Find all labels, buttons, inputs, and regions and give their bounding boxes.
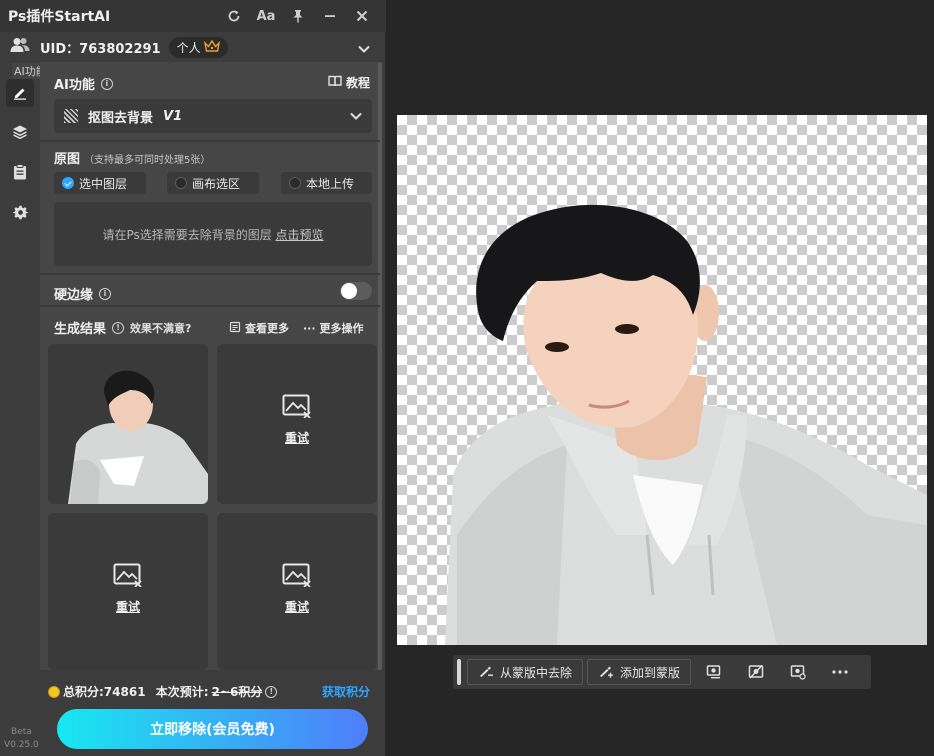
font-size-icon[interactable]: Aa [250, 4, 282, 28]
version-info: Beta V0.25.0 [4, 726, 39, 752]
chevron-down-icon[interactable] [358, 38, 370, 57]
history-icon [229, 321, 241, 336]
total-points: 总积分:74861 [63, 685, 146, 699]
more-options-icon[interactable] [821, 659, 859, 685]
plan-badge: 个人 [168, 36, 228, 58]
book-icon [328, 75, 342, 90]
estimate-value: 2~6积分 [211, 685, 263, 699]
result-card-image[interactable] [48, 344, 208, 504]
result-card-retry[interactable]: 重试 [217, 344, 377, 504]
gear-icon[interactable] [6, 198, 34, 226]
function-select[interactable]: 抠图去背景 V1 [54, 99, 372, 133]
function-selected: 抠图去背景 [88, 110, 154, 126]
context-toolbar: 从蒙版中去除 添加到蒙版 [453, 655, 871, 689]
option-local-upload[interactable]: 本地上传 [281, 172, 372, 194]
app-title: Ps插件StartAI [8, 9, 111, 25]
result-card-retry[interactable]: 重试 [217, 513, 377, 670]
brush-minus-icon [478, 664, 494, 681]
option-label: 选中图层 [79, 176, 128, 191]
get-points-link[interactable]: 获取积分 [322, 683, 370, 700]
add-to-mask-label: 添加到蒙版 [620, 665, 681, 680]
info-icon[interactable]: i [100, 77, 113, 90]
show-mask-icon[interactable] [695, 659, 733, 685]
unsatisfied-link[interactable]: 效果不满意? [130, 320, 191, 336]
tutorial-label: 教程 [346, 76, 371, 90]
option-selected-layer[interactable]: 选中图层 [54, 172, 146, 194]
cutout-icon [64, 109, 78, 123]
minimize-icon[interactable] [314, 4, 346, 28]
radio-checked-icon [62, 177, 74, 189]
hard-edge-row: 硬边缘 i [54, 284, 112, 303]
title-bar: Ps插件StartAI Aa [0, 0, 386, 32]
view-more-label: 查看更多 [245, 322, 289, 335]
function-version: V1 [163, 108, 183, 124]
ai-function-title: AI功能 [54, 78, 95, 93]
users-icon [10, 37, 30, 57]
add-to-mask-button[interactable]: 添加到蒙版 [587, 659, 692, 685]
toggle-knob [341, 283, 357, 299]
crown-icon [203, 39, 220, 55]
divider [40, 305, 380, 307]
points-info: 总积分:74861 本次预计: 2~6积分 ! [48, 683, 278, 700]
beta-label: Beta [11, 727, 32, 737]
remove-now-button[interactable]: 立即移除(会员免费) [57, 709, 368, 749]
hard-edge-toggle[interactable] [340, 282, 372, 300]
source-dropzone[interactable]: 请在Ps选择需要去除背景的图层 点击预览 [54, 202, 372, 266]
close-icon[interactable] [346, 4, 378, 28]
plan-label: 个人 [176, 40, 201, 55]
remove-from-mask-button[interactable]: 从蒙版中去除 [467, 659, 584, 685]
cutout-image [445, 204, 927, 645]
info-icon[interactable]: ! [112, 321, 125, 334]
panel-scrollbar[interactable] [378, 62, 382, 670]
result-card-retry[interactable]: 重试 [48, 513, 208, 670]
refresh-icon[interactable] [218, 4, 250, 28]
hard-edge-label: 硬边缘 [54, 288, 94, 303]
option-label: 本地上传 [306, 176, 355, 191]
info-icon[interactable]: ! [265, 685, 278, 698]
user-bar[interactable]: UID：763802291 个人 [0, 32, 386, 62]
remove-from-mask-label: 从蒙版中去除 [500, 665, 573, 680]
layers-icon[interactable] [6, 118, 34, 146]
tutorial-link[interactable]: 教程 [328, 74, 370, 91]
chevron-down-icon [350, 109, 362, 124]
source-title: 原图 [54, 152, 81, 167]
results-title: 生成结果 [54, 322, 107, 337]
source-heading: 原图 （支持最多可同时处理5张） [54, 148, 210, 167]
result-thumbnail [68, 370, 208, 504]
more-actions-link[interactable]: ··· 更多操作 [303, 320, 364, 336]
drag-handle[interactable] [457, 659, 461, 685]
results-heading: 生成结果 ! 效果不满意? [54, 318, 191, 337]
dropzone-text: 请在Ps选择需要去除背景的图层 [102, 227, 272, 242]
option-canvas-selection[interactable]: 画布选区 [167, 172, 259, 194]
radio-unchecked-icon [289, 177, 301, 189]
info-icon[interactable]: i [99, 287, 112, 300]
estimate-label: 本次预计: [155, 685, 209, 699]
brush-plus-icon [598, 664, 614, 681]
source-hint: （支持最多可同时处理5张） [84, 155, 211, 166]
divider [40, 140, 380, 142]
broken-image-icon [282, 563, 312, 590]
pen-icon[interactable] [6, 79, 34, 107]
broken-image-icon [282, 394, 312, 421]
view-mask-icon[interactable] [779, 659, 817, 685]
document-canvas[interactable] [397, 115, 927, 645]
retry-label[interactable]: 重试 [285, 598, 309, 615]
divider [40, 273, 380, 275]
preview-link[interactable]: 点击预览 [276, 226, 324, 243]
version-label: V0.25.0 [4, 740, 39, 750]
coin-icon [48, 685, 60, 698]
view-more-link[interactable]: 查看更多 [229, 320, 289, 336]
disable-mask-icon[interactable] [737, 659, 775, 685]
option-label: 画布选区 [192, 176, 241, 191]
ellipsis-icon: ··· [303, 321, 316, 335]
broken-image-icon [113, 563, 143, 590]
radio-unchecked-icon [175, 177, 187, 189]
clipboard-icon[interactable] [6, 158, 34, 186]
more-actions-label: 更多操作 [319, 322, 364, 335]
retry-label[interactable]: 重试 [116, 598, 140, 615]
pin-icon[interactable] [282, 4, 314, 28]
retry-label[interactable]: 重试 [285, 429, 309, 446]
ai-function-heading: AI功能 i [54, 74, 113, 93]
user-id: UID：763802291 [40, 41, 161, 57]
